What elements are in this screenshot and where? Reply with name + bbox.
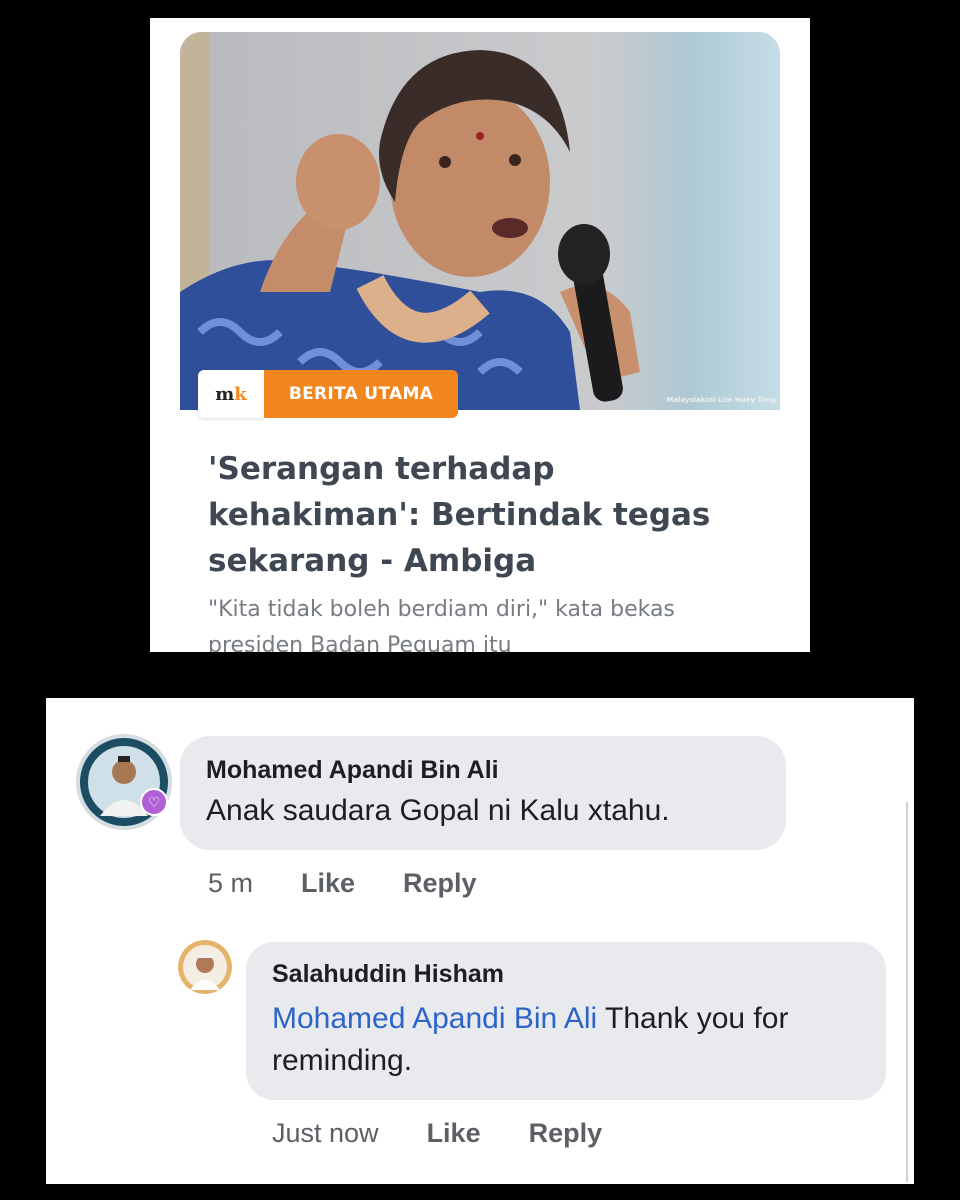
comments-section: ♡ Mohamed Apandi Bin Ali Anak saudara Go… [46,698,914,1184]
comment-text: Anak saudara Gopal ni Kalu xtahu. [206,794,670,827]
like-button[interactable]: Like [427,1118,481,1149]
comment-actions: 5 m Like Reply [208,868,477,899]
malaysiakini-logo[interactable]: mk [198,370,264,418]
article-tag-row: mk BERITA UTAMA [198,370,458,418]
reply-author[interactable]: Salahuddin Hisham [272,960,504,989]
article-headline[interactable]: 'Serangan terhadap kehakiman': Bertindak… [208,446,768,584]
article-summary: "Kita tidak boleh berdiam diri," kata be… [208,597,675,652]
news-article-card[interactable]: Malaysiakini-Lim Huey Teng mk BERITA UTA… [150,18,810,652]
photo-credit: Malaysiakini-Lim Huey Teng [666,396,776,404]
avatar[interactable] [178,940,232,994]
article-photo[interactable]: Malaysiakini-Lim Huey Teng [180,32,780,410]
article-photo-illustration [180,32,780,410]
mention-link[interactable]: Mohamed Apandi Bin Ali [272,1002,597,1035]
avatar[interactable] [76,734,172,830]
comment-author[interactable]: Mohamed Apandi Bin Ali [206,756,499,785]
reply-actions: Just now Like Reply [272,1118,602,1149]
scrollbar[interactable] [906,802,908,1182]
avatar-image [178,940,232,994]
logo-accent-letter: k [234,383,247,405]
logo-main-letter: m [215,383,235,405]
reply-timestamp[interactable]: Just now [272,1118,379,1149]
like-button[interactable]: Like [301,868,355,899]
comment-timestamp[interactable]: 5 m [208,868,253,899]
reply-text: Mohamed Apandi Bin Ali Thank you for rem… [272,998,862,1082]
section-tag[interactable]: BERITA UTAMA [264,370,458,418]
reply-button[interactable]: Reply [403,868,477,899]
heart-badge-icon: ♡ [140,788,168,816]
reply-button[interactable]: Reply [529,1118,603,1149]
comment-bubble[interactable]: Mohamed Apandi Bin Ali Anak saudara Gopa… [180,736,786,850]
reply-bubble[interactable]: Salahuddin Hisham Mohamed Apandi Bin Ali… [246,942,886,1100]
